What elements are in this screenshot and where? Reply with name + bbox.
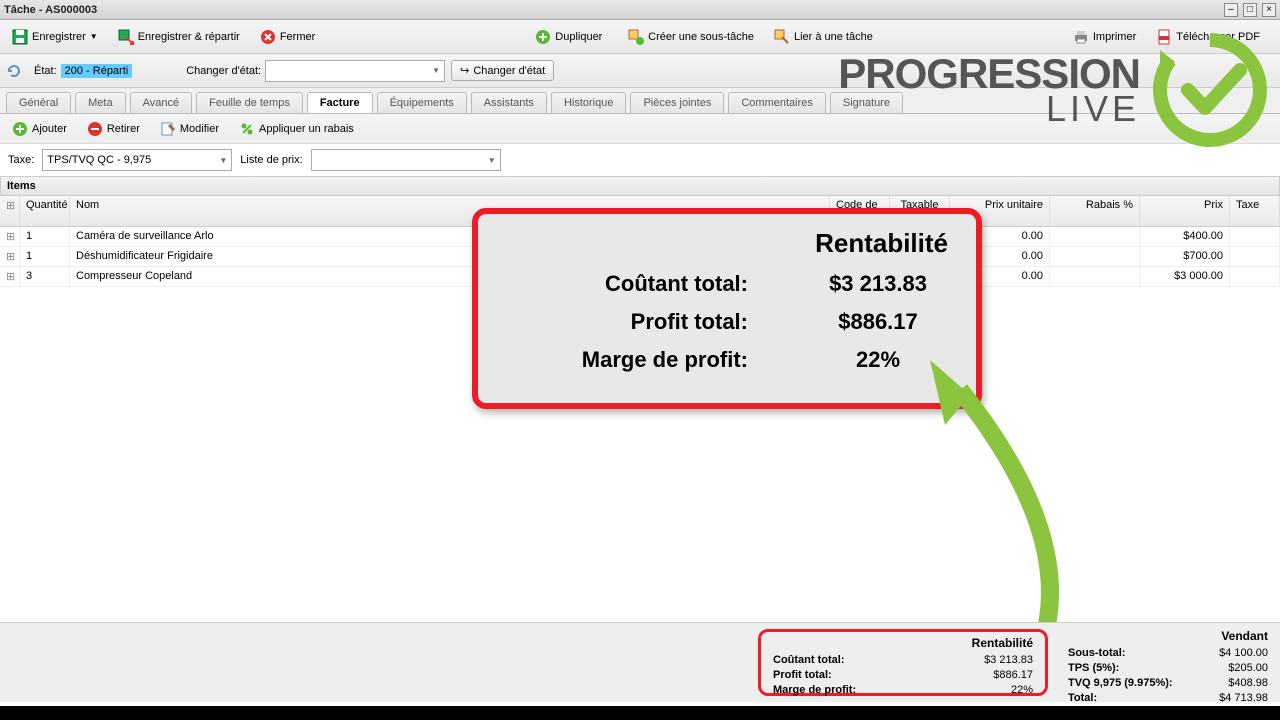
tab-historique[interactable]: Historique (551, 92, 627, 113)
floppy-icon (12, 29, 28, 45)
save-dispatch-button[interactable]: Enregistrer & répartir (112, 26, 246, 48)
col-qty[interactable]: Quantité (20, 196, 70, 226)
close-button[interactable]: Fermer (254, 26, 321, 48)
col-rebate[interactable]: Rabais % (1050, 196, 1140, 226)
taxe-label: Taxe: (8, 154, 34, 166)
subtask-icon (628, 29, 644, 45)
maximize-button[interactable]: □ (1243, 3, 1257, 17)
chevron-down-icon: ▼ (219, 156, 227, 165)
plus-icon (12, 121, 28, 137)
tab-assistants[interactable]: Assistants (471, 92, 547, 113)
tab-avancé[interactable]: Avancé (130, 92, 193, 113)
duplicate-button[interactable]: Dupliquer (529, 26, 608, 48)
footer-rent-title: Rentabilité (773, 636, 1033, 650)
chevron-down-icon: ▼ (432, 66, 440, 75)
callout-title: Rentabilité (506, 228, 948, 259)
price-list-label: Liste de prix: (240, 154, 302, 166)
price-list-select[interactable]: ▼ (311, 149, 501, 171)
tab-commentaires[interactable]: Commentaires (728, 92, 826, 113)
change-state-button[interactable]: ↪ Changer d'état (451, 60, 554, 81)
col-price[interactable]: Prix (1140, 196, 1230, 226)
add-button[interactable]: Ajouter (6, 118, 73, 140)
floppy-arrow-icon (118, 29, 134, 45)
remove-button[interactable]: Retirer (81, 118, 146, 140)
link-icon (774, 29, 790, 45)
printer-icon (1073, 29, 1089, 45)
chevron-down-icon: ▼ (90, 32, 98, 41)
pdf-icon (1156, 29, 1172, 45)
edit-icon (160, 121, 176, 137)
footer-totals-box: Vendant Sous-total:$4 100.00TPS (5%):$20… (1068, 629, 1268, 696)
apply-rebate-button[interactable]: Appliquer un rabais (233, 118, 360, 140)
link-task-button[interactable]: Lier à une tâche (768, 26, 879, 48)
refresh-icon[interactable] (6, 63, 22, 79)
expand-header[interactable]: ⊞ (0, 196, 20, 226)
col-taxe[interactable]: Taxe (1230, 196, 1280, 226)
tab-meta[interactable]: Meta (75, 92, 125, 113)
tab-signature[interactable]: Signature (830, 92, 903, 113)
tab-pièces-jointes[interactable]: Pièces jointes (630, 92, 724, 113)
expand-icon[interactable]: ⊞ (0, 227, 20, 246)
footer-profitability-box: Rentabilité Coûtant total:$3 213.83Profi… (758, 629, 1048, 696)
footer-totals-title: Vendant (1068, 629, 1268, 643)
create-subtask-button[interactable]: Créer une sous-tâche (622, 26, 760, 48)
tab-général[interactable]: Général (6, 92, 71, 113)
percent-icon (239, 121, 255, 137)
tab-équipements[interactable]: Équipements (377, 92, 467, 113)
expand-icon[interactable]: ⊞ (0, 267, 20, 286)
window-title: Tâche - AS000003 (4, 4, 97, 16)
modify-button[interactable]: Modifier (154, 118, 225, 140)
state-label: État: (34, 65, 57, 77)
chevron-down-icon: ▼ (488, 156, 496, 165)
save-button[interactable]: Enregistrer ▼ (6, 26, 104, 48)
state-value: 200 - Réparti (61, 64, 133, 78)
download-pdf-button[interactable]: Télécharger PDF (1150, 26, 1266, 48)
items-section-title: Items (0, 176, 1280, 196)
close-icon (260, 29, 276, 45)
change-state-select[interactable]: ▼ (265, 60, 445, 82)
arrow-right-icon: ↪ (460, 64, 469, 77)
print-button[interactable]: Imprimer (1067, 26, 1142, 48)
close-window-button[interactable]: × (1262, 3, 1276, 17)
minimize-button[interactable]: – (1224, 3, 1238, 17)
duplicate-icon (535, 29, 551, 45)
black-bar (0, 706, 1280, 720)
tab-feuille-de-temps[interactable]: Feuille de temps (196, 92, 303, 113)
change-state-label: Changer d'état: (186, 65, 261, 77)
expand-icon[interactable]: ⊞ (0, 247, 20, 266)
profitability-callout: Rentabilité Coûtant total:$3 213.83Profi… (472, 208, 982, 409)
minus-icon (87, 121, 103, 137)
tab-facture[interactable]: Facture (307, 92, 373, 113)
taxe-select[interactable]: TPS/TVQ QC - 9,975▼ (42, 149, 232, 171)
